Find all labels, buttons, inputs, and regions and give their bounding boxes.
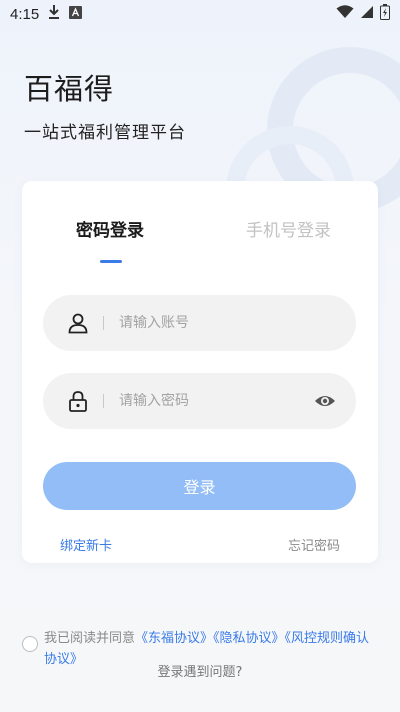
tab-phone-login[interactable]: 手机号登录 (246, 216, 331, 241)
agreement-checkbox[interactable] (22, 636, 38, 652)
wifi-icon (336, 5, 354, 23)
forgot-password-link[interactable]: 忘记密码 (288, 535, 340, 554)
bind-card-link[interactable]: 绑定新卡 (60, 535, 112, 554)
agreement-link-dongfu[interactable]: 《东福协议》 (135, 631, 213, 646)
login-button[interactable]: 登录 (43, 462, 356, 510)
agreement-prefix: 我已阅读并同意 (44, 631, 136, 646)
eye-icon[interactable] (314, 390, 336, 412)
status-right (336, 4, 390, 24)
notification-a-icon (69, 5, 83, 23)
user-icon (67, 312, 89, 334)
lock-icon (67, 390, 89, 412)
download-icon (47, 4, 61, 24)
battery-icon (380, 4, 390, 24)
status-left: 4:15 (10, 4, 83, 24)
login-card: 密码登录 手机号登录 登录 绑定新卡 忘记密码 (22, 181, 378, 563)
tab-password-login[interactable]: 密码登录 (76, 216, 144, 241)
account-input[interactable] (119, 315, 299, 331)
field-divider (103, 394, 104, 408)
tab-indicator (100, 260, 122, 263)
password-field[interactable] (43, 373, 356, 429)
login-help-link[interactable]: 登录遇到问题? (0, 661, 400, 680)
password-input[interactable] (119, 393, 299, 409)
brand-title: 百福得 (24, 72, 115, 106)
field-divider (103, 316, 104, 330)
agreement-link-privacy[interactable]: 《隐私协议》 (213, 631, 285, 646)
status-time: 4:15 (10, 5, 40, 23)
account-field[interactable] (43, 295, 356, 351)
signal-icon (360, 5, 374, 23)
brand-subtitle: 一站式福利管理平台 (24, 123, 186, 143)
status-bar: 4:15 (0, 0, 400, 28)
